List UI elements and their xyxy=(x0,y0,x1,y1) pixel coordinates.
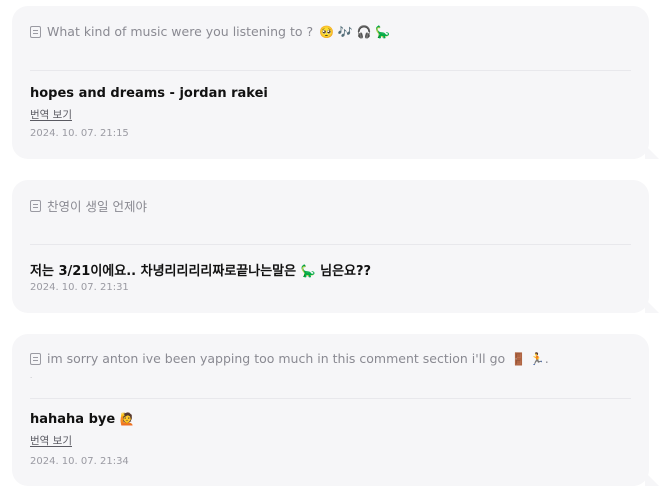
answer-main: 저는 3/21이에요.. 차녕리리리리짜로끝나는말은 xyxy=(30,264,297,279)
answer-text: hahaha bye 🙋 xyxy=(30,412,631,427)
divider xyxy=(30,244,631,245)
document-icon xyxy=(30,352,41,365)
answer-tail: 님은요?? xyxy=(320,264,372,279)
question-emoji: 🚪 🏃. xyxy=(511,351,549,366)
answer-main: hahaha bye xyxy=(30,412,116,427)
divider xyxy=(30,70,631,71)
question-row: What kind of music were you listening to… xyxy=(30,24,631,39)
divider xyxy=(30,398,631,399)
question-text: im sorry anton ive been yapping too much… xyxy=(47,351,506,366)
answer-text: hopes and dreams - jordan rakei xyxy=(30,86,268,101)
answer-emoji: 🙋 xyxy=(119,412,135,426)
question-text: What kind of music were you listening to… xyxy=(47,24,314,39)
question-emoji: 🥺 🎶 🎧 🦕 xyxy=(319,24,391,39)
timestamp: 2024. 10. 07. 21:34 xyxy=(30,456,129,467)
translate-link[interactable]: 번역 보기 xyxy=(30,433,72,448)
document-icon xyxy=(30,199,41,212)
answer-emoji: 🦕 xyxy=(300,264,316,278)
question-row: 찬영이 생일 언제야 xyxy=(30,196,631,215)
translate-link[interactable]: 번역 보기 xyxy=(30,107,72,122)
timestamp: 2024. 10. 07. 21:31 xyxy=(30,282,129,293)
timestamp: 2024. 10. 07. 21:15 xyxy=(30,128,129,139)
question-extra: . xyxy=(30,372,33,380)
question-row: im sorry anton ive been yapping too much… xyxy=(30,351,631,366)
comment-card-3: im sorry anton ive been yapping too much… xyxy=(12,334,659,486)
question-text: 찬영이 생일 언제야 xyxy=(47,199,147,214)
comment-card-1: What kind of music were you listening to… xyxy=(12,6,659,159)
answer-text: 저는 3/21이에요.. 차녕리리리리짜로끝나는말은 🦕 님은요?? xyxy=(30,260,631,279)
document-icon xyxy=(30,25,41,38)
comment-card-2: 찬영이 생일 언제야 저는 3/21이에요.. 차녕리리리리짜로끝나는말은 🦕 … xyxy=(12,180,659,313)
